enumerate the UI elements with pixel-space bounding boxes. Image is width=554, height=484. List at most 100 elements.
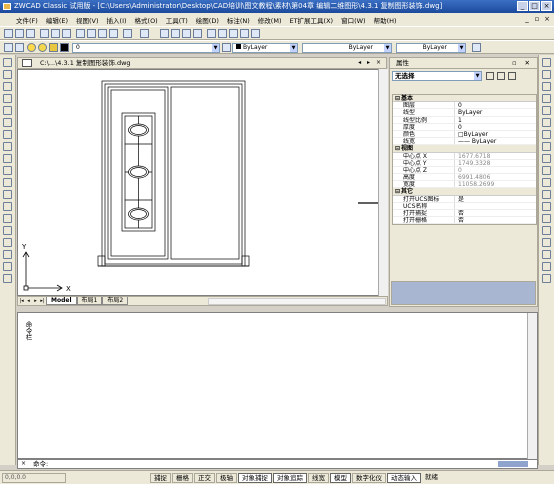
insert-block-icon[interactable] — [3, 190, 12, 199]
command-scrollbar[interactable] — [527, 313, 537, 460]
model-toggle[interactable]: 模型 — [330, 473, 351, 483]
help-icon[interactable] — [251, 29, 260, 38]
xline-icon[interactable] — [3, 70, 12, 79]
command-line[interactable]: × 命令: — [17, 459, 538, 469]
calculator-icon[interactable] — [240, 29, 249, 38]
last-tab-arrow-icon[interactable]: ▸| — [39, 298, 46, 304]
print-preview-icon[interactable] — [51, 29, 60, 38]
save-icon[interactable] — [26, 29, 35, 38]
menu-dimension[interactable]: 标注(N) — [223, 15, 254, 25]
copy-icon[interactable] — [87, 29, 96, 38]
document-tab[interactable]: C:\...\4.3.1 复制图形装饰.dwg ◂ ▸ × — [17, 57, 387, 69]
polygon-icon[interactable] — [3, 94, 12, 103]
canvas-horizontal-scrollbar[interactable] — [208, 298, 386, 305]
ellipse-icon[interactable] — [3, 166, 12, 175]
layer-dropdown[interactable]: 0 ▼ — [72, 43, 220, 53]
close-icon[interactable]: × — [21, 460, 26, 468]
lineweight-toggle[interactable]: 线宽 — [308, 473, 329, 483]
zoom-window-icon[interactable] — [182, 29, 191, 38]
dynamic-input-toggle[interactable]: 动态输入 — [387, 473, 421, 483]
break-at-point-icon[interactable] — [542, 202, 551, 211]
color-dropdown[interactable]: ByLayer ▼ — [232, 43, 298, 53]
line-icon[interactable] — [3, 58, 12, 67]
otrack-toggle[interactable]: 对象追踪 — [273, 473, 307, 483]
prop-row[interactable]: 线宽 —— ByLayer — [393, 138, 536, 146]
category-misc[interactable]: ⊟其它 — [393, 188, 536, 196]
point-icon[interactable] — [3, 214, 12, 223]
menu-edit[interactable]: 编辑(E) — [42, 15, 72, 25]
text-edit-icon[interactable] — [542, 274, 551, 283]
command-scroll-thumb[interactable] — [498, 461, 528, 467]
menu-modify[interactable]: 修改(M) — [254, 15, 286, 25]
doc-close-button[interactable]: × — [543, 15, 551, 23]
prop-row[interactable]: 线型比例 1 — [393, 116, 536, 124]
minimize-button[interactable]: _ — [517, 1, 528, 11]
close-button[interactable]: × — [541, 1, 552, 11]
osnap-toggle[interactable]: 对象捕捉 — [238, 473, 272, 483]
undo-icon[interactable] — [123, 29, 132, 38]
layer-manager-icon[interactable] — [4, 43, 13, 52]
publish-icon[interactable] — [62, 29, 71, 38]
circle-icon[interactable] — [3, 130, 12, 139]
pan-icon[interactable] — [160, 29, 169, 38]
prop-row[interactable]: 厚度 0 — [393, 123, 536, 131]
lengthen-icon[interactable] — [542, 166, 551, 175]
category-view[interactable]: ⊟视图 — [393, 145, 536, 153]
move-icon[interactable] — [542, 118, 551, 127]
array-icon[interactable] — [542, 106, 551, 115]
ellipse-arc-icon[interactable] — [3, 178, 12, 187]
zoom-previous-icon[interactable] — [193, 29, 202, 38]
menu-format[interactable]: 格式(O) — [131, 15, 162, 25]
cut-icon[interactable] — [76, 29, 85, 38]
sun-icon[interactable] — [38, 43, 47, 52]
mirror-icon[interactable] — [542, 82, 551, 91]
table-icon[interactable] — [3, 262, 12, 271]
design-center-icon[interactable] — [207, 29, 216, 38]
grid-toggle[interactable]: 栅格 — [172, 473, 193, 483]
document-tab-controls[interactable]: ◂ ▸ × — [358, 58, 383, 68]
panel-controls[interactable]: ▫ ✕ — [512, 58, 533, 69]
spline-icon[interactable] — [3, 154, 12, 163]
redo-icon[interactable] — [140, 29, 149, 38]
doc-minimize-button[interactable]: _ — [523, 15, 531, 23]
prop-row[interactable]: 打开UCS图标是 — [393, 195, 536, 203]
select-objects-icon[interactable] — [497, 72, 505, 80]
paste-icon[interactable] — [98, 29, 107, 38]
tab-layout2[interactable]: 布局2 — [102, 297, 129, 305]
scale-icon[interactable] — [542, 142, 551, 151]
rotate-icon[interactable] — [542, 130, 551, 139]
copy-object-icon[interactable] — [542, 70, 551, 79]
doc-restore-button[interactable]: ▫ — [533, 15, 541, 23]
revcloud-icon[interactable] — [3, 142, 12, 151]
prop-row[interactable]: 打开栅格否 — [393, 217, 536, 225]
prop-row[interactable]: UCS名称 — [393, 202, 536, 210]
selection-dropdown[interactable]: 无选择 ▼ — [392, 71, 482, 81]
make-block-icon[interactable] — [3, 202, 12, 211]
gradient-icon[interactable] — [3, 238, 12, 247]
layer-previous-icon[interactable] — [15, 43, 24, 52]
tab-model[interactable]: Model — [46, 297, 77, 305]
properties-icon[interactable] — [218, 29, 227, 38]
tool-palette-icon[interactable] — [229, 29, 238, 38]
command-history[interactable]: 命令栏 — [17, 312, 538, 460]
menu-view[interactable]: 视图(V) — [72, 15, 103, 25]
menu-file[interactable]: 文件(F) — [12, 15, 42, 25]
polar-toggle[interactable]: 极轴 — [216, 473, 237, 483]
arc-icon[interactable] — [3, 118, 12, 127]
lightbulb-icon[interactable] — [27, 43, 36, 52]
maximize-button[interactable]: □ — [529, 1, 540, 11]
prev-tab-arrow-icon[interactable]: ◂ — [25, 298, 32, 304]
linetype-dropdown[interactable]: ByLayer ▼ — [302, 43, 392, 53]
hatch-icon[interactable] — [3, 226, 12, 235]
region-icon[interactable] — [3, 250, 12, 259]
chamfer-icon[interactable] — [542, 238, 551, 247]
new-file-icon[interactable] — [4, 29, 13, 38]
lock-icon[interactable] — [49, 43, 58, 52]
mtext-icon[interactable] — [3, 274, 12, 283]
first-tab-arrow-icon[interactable]: |◂ — [18, 298, 25, 304]
snap-toggle[interactable]: 捕捉 — [150, 473, 171, 483]
fillet-icon[interactable] — [542, 250, 551, 259]
quick-select-icon[interactable] — [508, 72, 516, 80]
open-folder-icon[interactable] — [15, 29, 24, 38]
prop-row[interactable]: 图层 0 — [393, 102, 536, 110]
